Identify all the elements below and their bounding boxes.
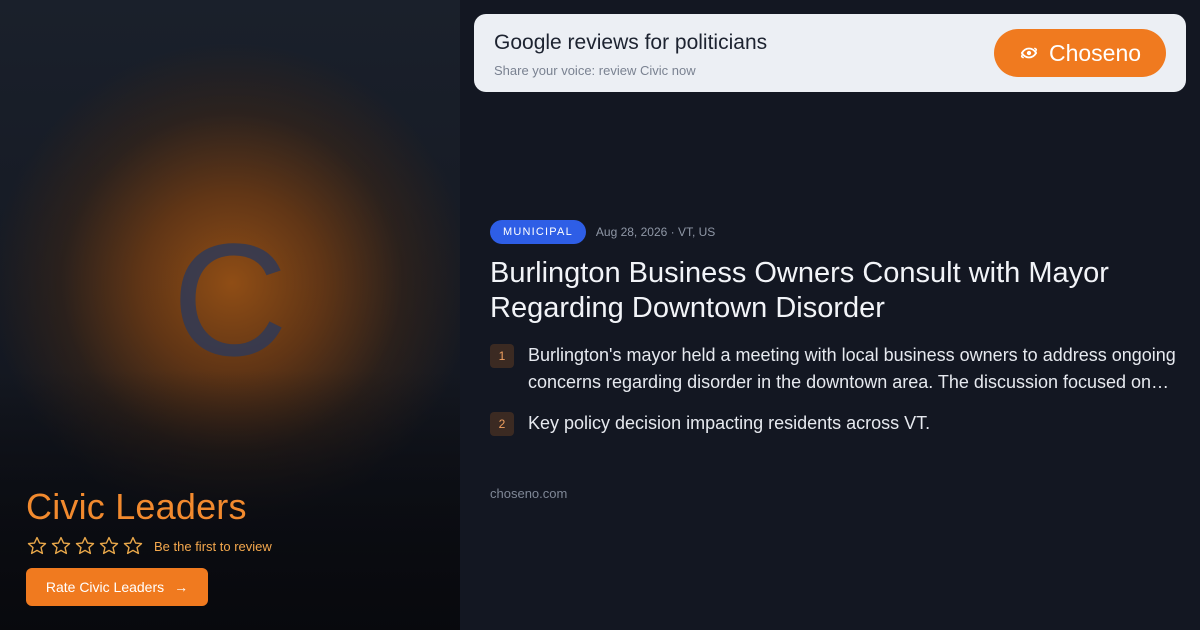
article-date-location: Aug 28, 2026 · VT, US xyxy=(595,225,716,239)
arrow-right-icon: → xyxy=(174,579,189,595)
star-icon[interactable] xyxy=(74,535,96,557)
category-badge[interactable]: MUNICIPAL xyxy=(490,220,586,244)
article-meta: MUNICIPAL Aug 28, 2026 · VT, US xyxy=(490,220,715,244)
banner-subtitle: Share your voice: review Civic now xyxy=(494,63,696,78)
share-card: C Civic Leaders Be the first to review R… xyxy=(0,0,1200,630)
star-icon[interactable] xyxy=(122,535,144,557)
profile-panel: C Civic Leaders Be the first to review R… xyxy=(0,0,460,630)
star-icon[interactable] xyxy=(50,535,72,557)
eye-refresh-icon xyxy=(1019,43,1039,63)
banner-title: Google reviews for politicians xyxy=(494,31,768,54)
rating-text: Be the first to review xyxy=(154,538,272,554)
point-number: 1 xyxy=(490,344,514,368)
article-headline[interactable]: Burlington Business Owners Consult with … xyxy=(490,256,1180,326)
profile-monogram: C xyxy=(172,210,288,389)
rate-button[interactable]: Rate Civic Leaders → xyxy=(26,568,208,606)
summary-points: 1 Burlington's mayor held a meeting with… xyxy=(490,342,1180,451)
rate-button-label: Rate Civic Leaders xyxy=(45,579,165,595)
star-icon[interactable] xyxy=(26,535,48,557)
star-icon[interactable] xyxy=(98,535,120,557)
list-item: 1 Burlington's mayor held a meeting with… xyxy=(490,342,1180,396)
source-link[interactable]: choseno.com xyxy=(490,486,567,501)
choseno-button-label: Choseno xyxy=(1048,39,1142,66)
profile-name: Civic Leaders xyxy=(26,486,247,527)
rating-row: Be the first to review xyxy=(26,535,272,557)
point-text: Key policy decision impacting residents … xyxy=(528,413,931,433)
point-number: 2 xyxy=(490,412,514,436)
choseno-button[interactable]: Choseno xyxy=(994,29,1166,77)
point-text: Burlington's mayor held a meeting with l… xyxy=(528,345,1176,392)
list-item: 2 Key policy decision impacting resident… xyxy=(490,410,1180,437)
article-panel: Google reviews for politicians Share you… xyxy=(460,0,1200,630)
promo-banner: Google reviews for politicians Share you… xyxy=(474,14,1186,92)
